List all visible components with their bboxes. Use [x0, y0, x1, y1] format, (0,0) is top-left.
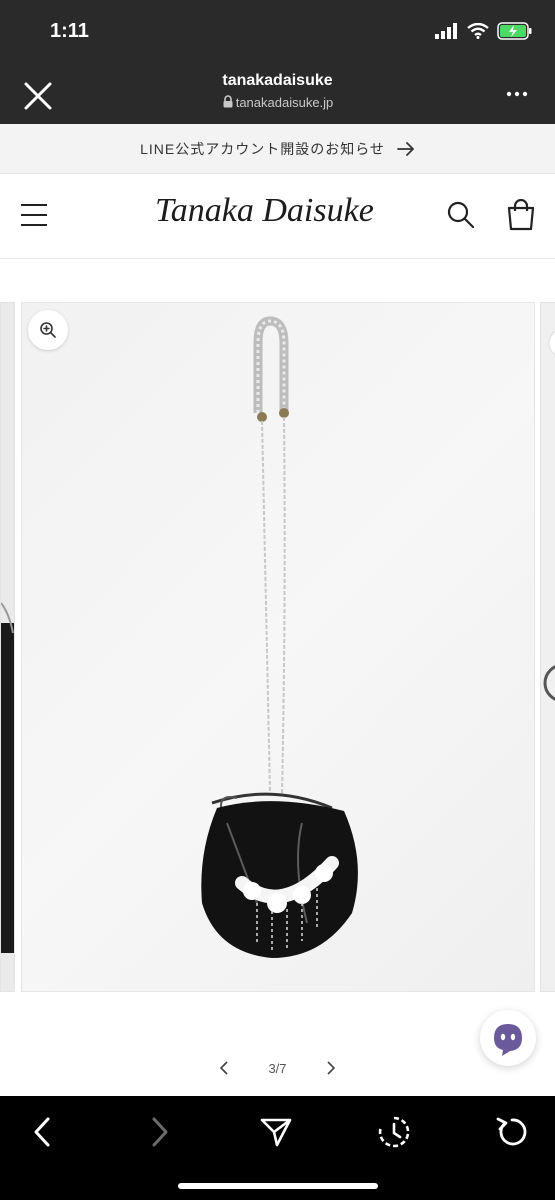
history-icon — [378, 1116, 410, 1148]
site-logo[interactable]: Tanaka Daisuke — [155, 192, 405, 238]
product-gallery — [0, 302, 555, 992]
share-button[interactable] — [258, 1114, 294, 1150]
gallery-slide-previous[interactable] — [0, 302, 15, 992]
status-bar: 1:11 — [0, 0, 555, 66]
signal-icon — [435, 23, 457, 39]
search-icon — [447, 201, 475, 229]
battery-icon — [497, 22, 532, 40]
share-icon — [260, 1118, 292, 1147]
chat-widget-button[interactable] — [480, 1010, 536, 1066]
logo-text: Tanaka Daisuke — [155, 192, 374, 229]
gallery-next-button[interactable] — [323, 1060, 339, 1076]
zoom-icon — [40, 322, 56, 338]
chevron-right-icon — [326, 1061, 335, 1075]
back-button[interactable] — [24, 1114, 60, 1150]
status-time: 1:11 — [50, 20, 89, 42]
history-button[interactable] — [376, 1114, 412, 1150]
wifi-icon — [467, 23, 489, 39]
more-button[interactable] — [505, 84, 529, 104]
gallery-slide-next[interactable] — [540, 302, 555, 992]
gallery-slide-current[interactable] — [21, 302, 535, 992]
back-icon — [34, 1117, 50, 1147]
chat-icon — [494, 1024, 522, 1056]
menu-icon — [21, 204, 47, 226]
cart-button[interactable] — [506, 198, 536, 236]
gallery-page-indicator: 3/7 — [268, 1060, 287, 1076]
previous-product-image — [0, 602, 14, 953]
site-url: tanakadaisuke.jp — [0, 95, 555, 110]
gallery-pager: 3/7 — [0, 1055, 555, 1081]
chevron-left-icon — [220, 1061, 229, 1075]
site-title: tanakadaisuke — [222, 72, 333, 89]
forward-button[interactable] — [142, 1114, 178, 1150]
gallery-previous-button[interactable] — [216, 1060, 232, 1076]
announcement-text: LINE公式アカウント開設のお知らせ — [140, 140, 385, 157]
product-image-velvet-drawstring-bag — [201, 316, 358, 958]
reload-icon — [496, 1117, 527, 1146]
cart-icon — [507, 198, 535, 231]
home-indicator[interactable] — [178, 1183, 378, 1189]
reload-button[interactable] — [494, 1114, 530, 1150]
browser-bar: tanakadaisuke tanakadaisuke.jp — [0, 66, 555, 124]
announcement-bar[interactable]: LINE公式アカウント開設のお知らせ — [0, 124, 555, 174]
zoom-button[interactable] — [28, 310, 68, 350]
next-product-image — [543, 330, 555, 701]
more-icon — [506, 91, 528, 97]
lock-icon — [223, 95, 233, 108]
arrow-right-icon — [397, 141, 414, 156]
search-button[interactable] — [446, 200, 476, 235]
site-url-text: tanakadaisuke.jp — [235, 95, 334, 110]
forward-icon — [152, 1117, 168, 1147]
status-icons — [435, 22, 533, 40]
menu-button[interactable] — [20, 202, 48, 228]
